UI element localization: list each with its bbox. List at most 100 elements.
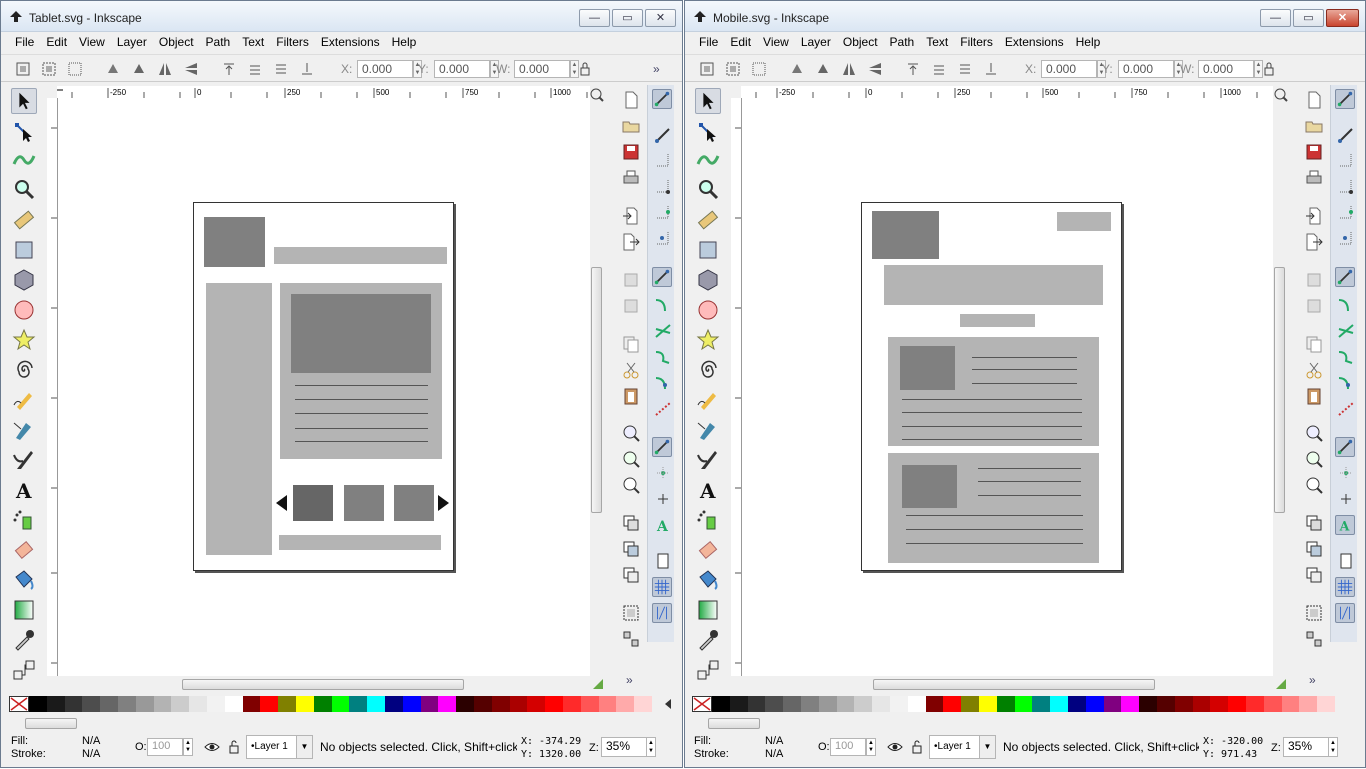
snap-path-icon[interactable] bbox=[1336, 295, 1356, 315]
color-swatch[interactable] bbox=[1032, 696, 1051, 712]
color-manage-icon[interactable] bbox=[592, 678, 604, 690]
select-all-icon[interactable] bbox=[699, 61, 715, 77]
fill-value[interactable]: N/A bbox=[82, 735, 100, 747]
x-input[interactable]: 0.000 bbox=[357, 60, 413, 78]
eraser-tool-icon[interactable] bbox=[695, 537, 721, 563]
spray-tool-icon[interactable] bbox=[695, 507, 721, 533]
snap-page-border-icon[interactable] bbox=[1336, 551, 1356, 571]
paste-icon[interactable] bbox=[621, 386, 641, 406]
group-icon[interactable] bbox=[621, 603, 641, 623]
vertical-scrollbar[interactable] bbox=[590, 105, 603, 676]
menu-layer[interactable]: Layer bbox=[795, 32, 837, 52]
color-swatch[interactable] bbox=[562, 696, 581, 712]
text-tool-icon[interactable]: A bbox=[11, 477, 37, 503]
menu-view[interactable]: View bbox=[757, 32, 795, 52]
opacity-spinner[interactable]: ▲ ▼ bbox=[183, 738, 193, 756]
color-swatch[interactable] bbox=[295, 696, 314, 712]
color-swatch[interactable] bbox=[872, 696, 890, 712]
toolbar-overflow-icon[interactable]: » bbox=[653, 62, 660, 76]
snap-bbox-center-icon[interactable] bbox=[653, 229, 673, 249]
palette-scroll-thumb[interactable] bbox=[708, 718, 760, 729]
close-button[interactable]: ✕ bbox=[1326, 9, 1359, 27]
wireframe-sidebar[interactable] bbox=[206, 283, 272, 555]
menu-object[interactable]: Object bbox=[153, 32, 200, 52]
opacity-spinner[interactable]: ▲ ▼ bbox=[866, 738, 876, 756]
color-swatch[interactable] bbox=[349, 696, 368, 712]
3d-box-tool-icon[interactable] bbox=[695, 267, 721, 293]
snap-bbox-icon[interactable] bbox=[653, 125, 673, 145]
stroke-value[interactable]: N/A bbox=[82, 748, 100, 760]
import-icon[interactable] bbox=[621, 206, 641, 226]
palette-scroll-icon[interactable] bbox=[663, 698, 673, 710]
ellipse-tool-icon[interactable] bbox=[695, 297, 721, 323]
snap-midpoint-icon[interactable] bbox=[653, 399, 673, 419]
duplicate-icon[interactable] bbox=[621, 513, 641, 533]
color-swatch[interactable] bbox=[46, 696, 65, 712]
clone-icon[interactable] bbox=[1304, 539, 1324, 559]
wireframe-logo-block[interactable] bbox=[204, 217, 265, 267]
eye-visibility-icon[interactable] bbox=[887, 740, 903, 754]
open-icon[interactable] bbox=[621, 116, 641, 136]
color-swatch[interactable] bbox=[907, 696, 926, 712]
snap-guide-icon[interactable] bbox=[652, 603, 672, 623]
snap-midpoint-icon[interactable] bbox=[1336, 399, 1356, 419]
copy-icon[interactable] bbox=[1304, 334, 1324, 354]
color-swatch[interactable] bbox=[961, 696, 979, 712]
y-input[interactable]: 0.000 bbox=[434, 60, 490, 78]
color-swatch[interactable] bbox=[1299, 696, 1318, 712]
gradient-tool-icon[interactable] bbox=[695, 597, 721, 623]
w-input[interactable]: 0.000 bbox=[514, 60, 570, 78]
color-swatch[interactable] bbox=[189, 696, 207, 712]
layer-dropdown[interactable]: •Layer 1 ▼ bbox=[246, 735, 313, 759]
rotate-cw-icon[interactable] bbox=[815, 61, 831, 77]
clone-icon[interactable] bbox=[621, 539, 641, 559]
carousel-thumbnail[interactable] bbox=[344, 485, 384, 521]
w-input[interactable]: 0.000 bbox=[1198, 60, 1254, 78]
snap-rotation-center-icon[interactable] bbox=[1336, 489, 1356, 509]
open-icon[interactable] bbox=[1304, 116, 1324, 136]
zoom-tool-icon[interactable] bbox=[695, 176, 721, 202]
selector-tool-icon[interactable] bbox=[11, 88, 37, 114]
color-swatch[interactable] bbox=[1156, 696, 1175, 712]
color-swatch[interactable] bbox=[978, 696, 997, 712]
vertical-scroll-thumb[interactable] bbox=[1274, 267, 1285, 513]
color-swatch[interactable] bbox=[1067, 696, 1086, 712]
menu-edit[interactable]: Edit bbox=[40, 32, 73, 52]
snap-bbox-edge-icon[interactable] bbox=[1336, 151, 1356, 171]
zoom-selection-icon[interactable] bbox=[1304, 423, 1324, 443]
snap-nodes-icon[interactable] bbox=[1335, 267, 1355, 287]
snap-rotation-center-icon[interactable] bbox=[653, 489, 673, 509]
zoom-drawing-icon[interactable] bbox=[621, 449, 641, 469]
minimize-button[interactable]: — bbox=[1260, 9, 1291, 27]
snap-object-center-icon[interactable] bbox=[1336, 463, 1356, 483]
export-icon[interactable] bbox=[621, 232, 641, 252]
select-all-layers-icon[interactable] bbox=[41, 61, 57, 77]
horizontal-scrollbar[interactable] bbox=[741, 678, 1273, 691]
opacity-input[interactable]: 100 bbox=[830, 738, 866, 756]
rotate-ccw-icon[interactable] bbox=[105, 61, 121, 77]
dropper-tool-icon[interactable] bbox=[11, 627, 37, 653]
no-paint-swatch[interactable] bbox=[692, 696, 712, 712]
deselect-icon[interactable] bbox=[751, 61, 767, 77]
color-swatch[interactable] bbox=[135, 696, 154, 712]
flip-horizontal-icon[interactable] bbox=[157, 61, 173, 77]
wireframe-image-block[interactable] bbox=[291, 294, 431, 373]
page-tablet-wireframe[interactable] bbox=[193, 202, 454, 571]
star-tool-icon[interactable] bbox=[11, 327, 37, 353]
ellipse-tool-icon[interactable] bbox=[11, 297, 37, 323]
x-input[interactable]: 0.000 bbox=[1041, 60, 1097, 78]
color-swatch[interactable] bbox=[1103, 696, 1122, 712]
wireframe-card-image[interactable] bbox=[900, 346, 955, 390]
menu-file[interactable]: File bbox=[9, 32, 40, 52]
snap-bbox-corner-icon[interactable] bbox=[653, 177, 673, 197]
lower-icon[interactable] bbox=[273, 61, 289, 77]
color-swatch[interactable] bbox=[438, 696, 457, 712]
color-swatch[interactable] bbox=[616, 696, 635, 712]
color-swatch[interactable] bbox=[1192, 696, 1211, 712]
color-swatch[interactable] bbox=[473, 696, 492, 712]
rectangle-tool-icon[interactable] bbox=[695, 237, 721, 263]
raise-icon[interactable] bbox=[247, 61, 263, 77]
vertical-scroll-thumb[interactable] bbox=[591, 267, 602, 513]
color-swatch[interactable] bbox=[1139, 696, 1157, 712]
color-swatch[interactable] bbox=[836, 696, 855, 712]
